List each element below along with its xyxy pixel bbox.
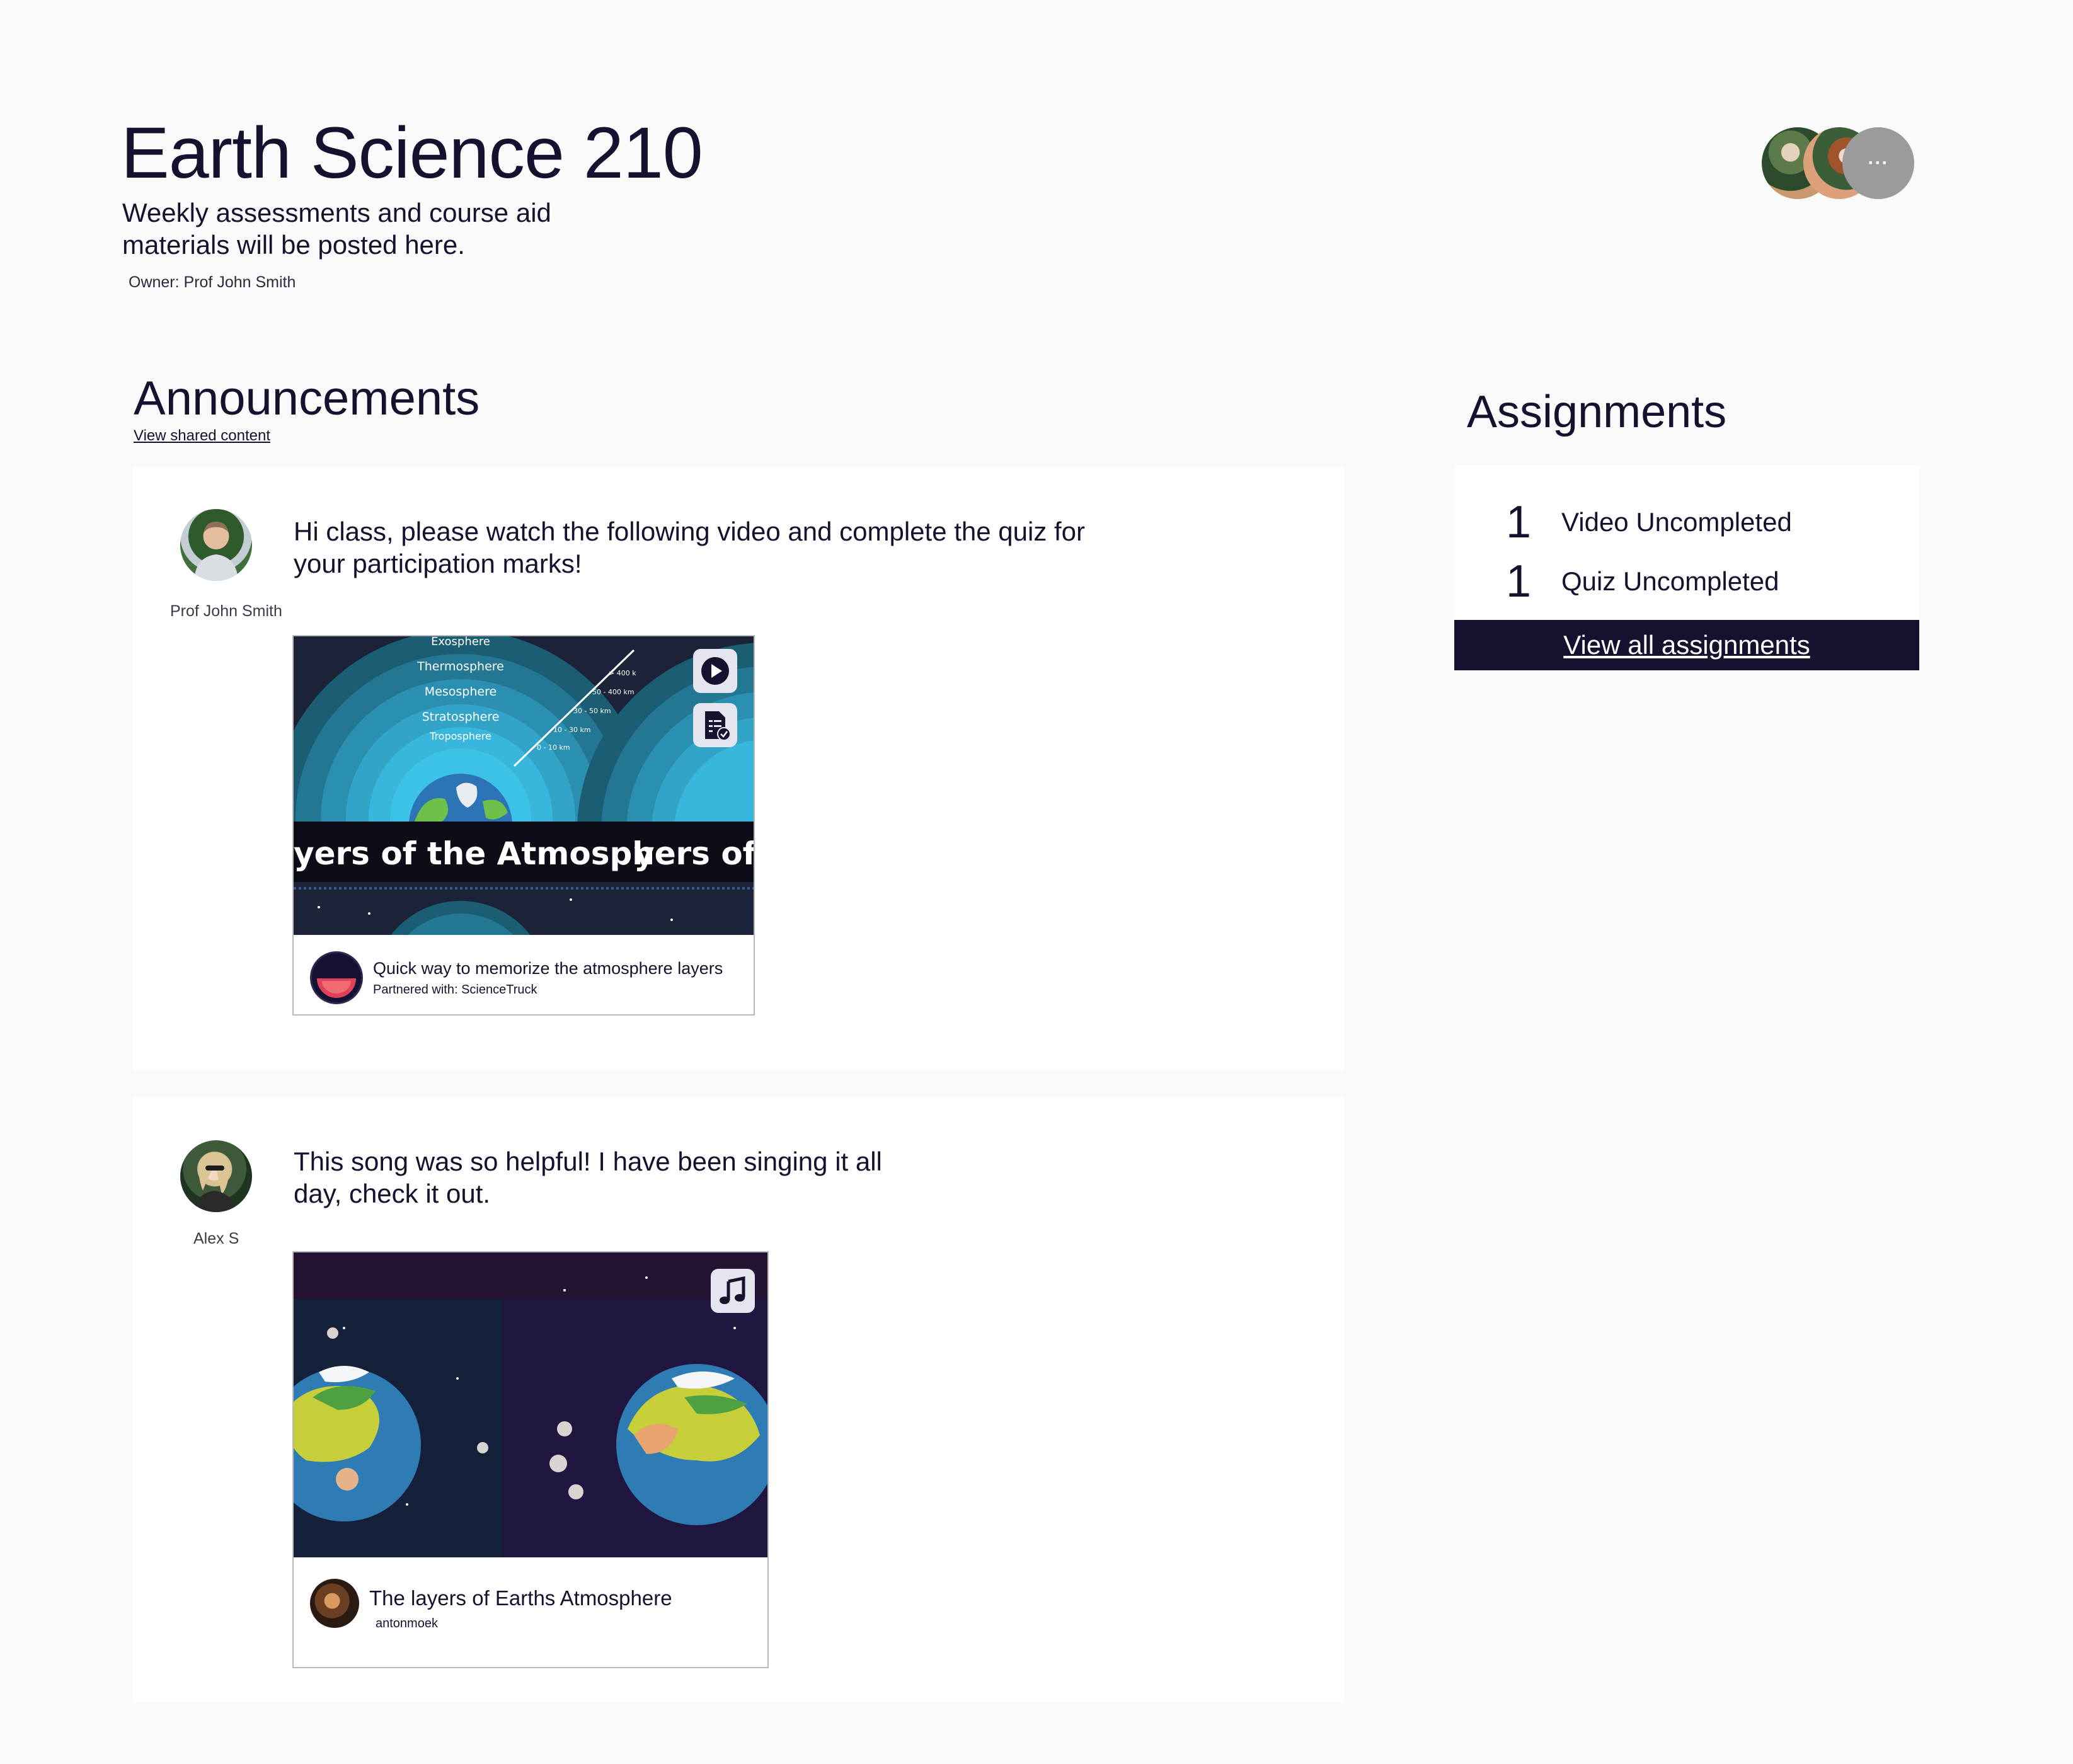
post-author: Alex S <box>193 1230 239 1247</box>
video-banner-text: yers of t <box>634 835 754 872</box>
layer-label: Mesosphere <box>425 685 497 699</box>
altitude-label: 10 - 30 km <box>553 726 591 734</box>
view-all-assignments-button[interactable]: View all assignments <box>1454 620 1919 670</box>
layer-label: Troposphere <box>429 730 491 742</box>
video-banner-text: yers of the Atmosphe <box>294 835 676 872</box>
assignment-summary-row: 1 Quiz Uncompleted <box>1506 553 1779 610</box>
layer-label: Exosphere <box>431 636 490 648</box>
music-button[interactable] <box>711 1269 755 1313</box>
assignments-heading: Assignments <box>1467 387 1727 437</box>
announcements-heading: Announcements <box>134 372 480 425</box>
view-shared-content-link[interactable]: View shared content <box>134 427 270 445</box>
quiz-icon <box>705 711 731 741</box>
song-info: The layers of Earths Atmosphere antonmoe… <box>294 1560 767 1667</box>
song-title[interactable]: The layers of Earths Atmosphere <box>369 1586 672 1610</box>
video-partner: Partnered with: ScienceTruck <box>373 983 537 997</box>
altitude-label: > 400 k <box>609 669 636 677</box>
altitude-label: 50 - 400 km <box>592 688 635 696</box>
announcement-post: Prof John Smith Hi class, please watch t… <box>132 467 1345 1070</box>
video-title[interactable]: Quick way to memorize the atmosphere lay… <box>373 959 723 978</box>
play-button[interactable] <box>693 649 737 693</box>
assignment-label: Video Uncompleted <box>1561 507 1792 537</box>
song-thumbnail[interactable] <box>294 1252 767 1557</box>
avatar[interactable] <box>180 509 252 581</box>
layer-label: Stratosphere <box>422 710 500 724</box>
artist-avatar <box>310 1579 359 1628</box>
post-text: Hi class, please watch the following vid… <box>294 517 1086 578</box>
post-author: Prof John Smith <box>170 602 282 620</box>
avatar[interactable] <box>180 1140 252 1212</box>
play-icon <box>701 657 729 685</box>
assignment-summary-row: 1 Video Uncompleted <box>1506 494 1792 551</box>
layer-label: Thermosphere <box>416 660 504 673</box>
channel-logo <box>310 951 363 1004</box>
video-card[interactable]: Exosphere Thermosphere Mesosphere Strato… <box>292 635 755 1016</box>
assignment-count: 1 <box>1506 556 1532 607</box>
course-description: Weekly assessments and course aid materi… <box>122 198 551 260</box>
assignment-count: 1 <box>1506 497 1532 547</box>
assignment-label: Quiz Uncompleted <box>1561 566 1779 596</box>
altitude-label: 0 - 10 km <box>537 743 570 752</box>
song-card[interactable]: The layers of Earths Atmosphere antonmoe… <box>292 1251 769 1668</box>
course-owner: Owner: Prof John Smith <box>129 273 296 291</box>
song-artist: antonmoek <box>376 1617 438 1630</box>
video-info: Quick way to memorize the atmosphere lay… <box>294 936 754 1014</box>
announcement-post: Alex S This song was so helpful! I have … <box>132 1097 1345 1702</box>
post-text: This song was so helpful! I have been si… <box>294 1147 882 1208</box>
member-avatars[interactable]: ··· <box>1762 127 1917 199</box>
quiz-button[interactable] <box>693 703 737 747</box>
course-title: Earth Science 210 <box>121 113 703 193</box>
music-note-icon <box>720 1276 745 1304</box>
video-thumbnail[interactable]: Exosphere Thermosphere Mesosphere Strato… <box>294 636 754 935</box>
altitude-label: 30 - 50 km <box>573 707 611 715</box>
more-members-button[interactable]: ··· <box>1842 127 1914 199</box>
assignments-panel: 1 Video Uncompleted 1 Quiz Uncompleted V… <box>1454 465 1919 670</box>
